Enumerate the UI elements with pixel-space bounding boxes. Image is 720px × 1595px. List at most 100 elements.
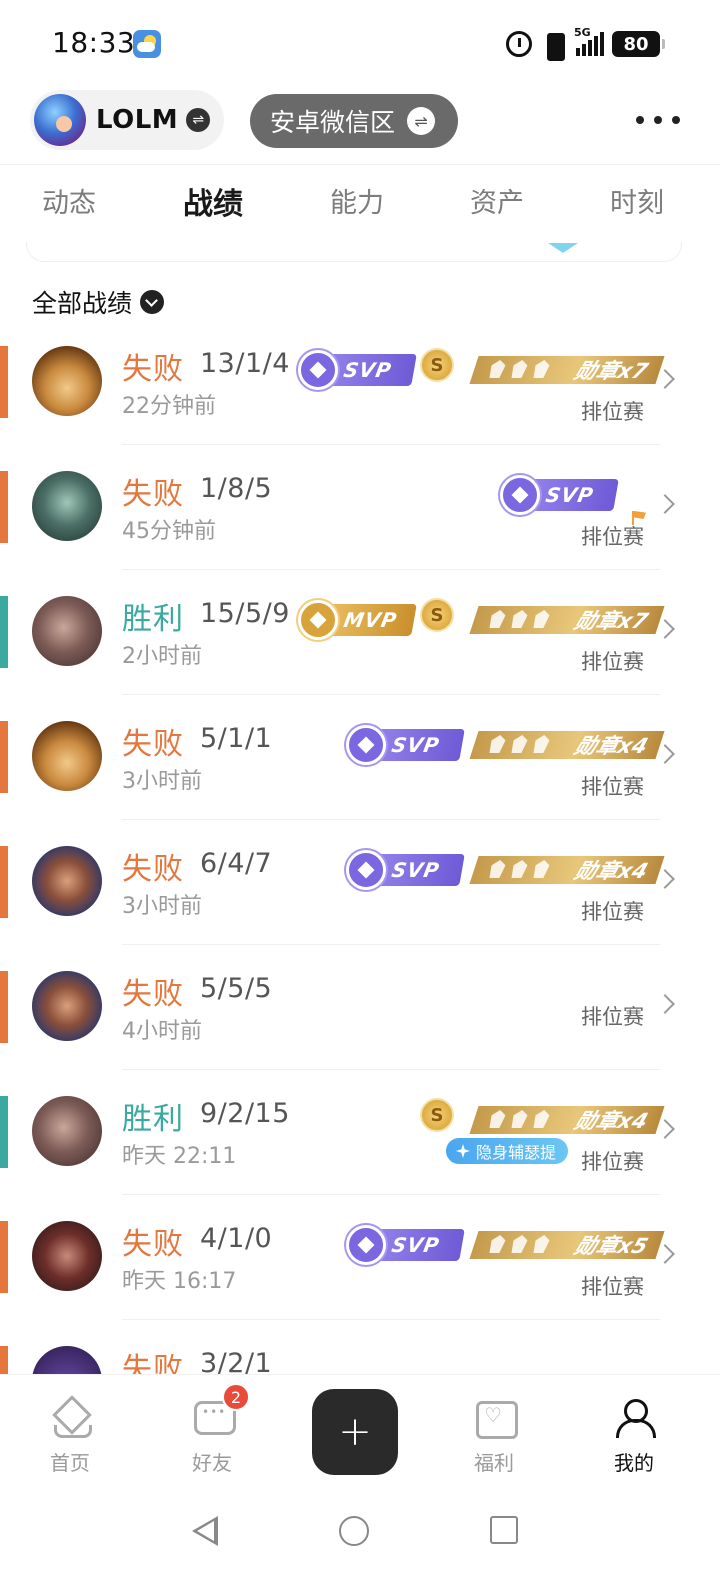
- tab-ability[interactable]: 能力: [330, 181, 384, 220]
- match-mode: 排位赛: [581, 775, 644, 799]
- mvp-badge: MVP: [298, 600, 417, 640]
- match-row[interactable]: 失败 5/5/5 4小时前 排位赛: [0, 945, 720, 1070]
- medal-label: 勋章x5: [571, 1234, 652, 1258]
- medal-icon: [346, 1225, 386, 1265]
- match-mode: 排位赛: [581, 650, 644, 674]
- nav-benefits[interactable]: 福利: [454, 1397, 534, 1476]
- champion-avatar: [32, 1346, 102, 1374]
- badge-label: SVP: [389, 858, 442, 882]
- nav-friends[interactable]: 2 好友: [172, 1383, 252, 1476]
- match-mode: 排位赛: [581, 1150, 644, 1174]
- medal-label: 勋章x7: [571, 609, 652, 633]
- header: LOLM ⇌ 安卓微信区 ⇌: [0, 88, 720, 160]
- nav-home[interactable]: 首页: [30, 1397, 110, 1476]
- more-options-button[interactable]: [636, 110, 680, 130]
- match-row[interactable]: 失败 5/1/1 3小时前 SVP 勋章x4 排位赛: [0, 695, 720, 820]
- nav-me[interactable]: 我的: [594, 1397, 674, 1476]
- match-mode: 排位赛: [581, 400, 644, 424]
- match-row[interactable]: 失败 3/2/1: [0, 1320, 720, 1374]
- medal-icon: [500, 475, 540, 515]
- match-list[interactable]: 失败 13/1/4 22分钟前 SVP S 勋章x7 排位赛 失败 1/8/5 …: [0, 320, 720, 1374]
- medal-badge: 勋章x7: [469, 606, 665, 634]
- swap-icon: ⇌: [186, 108, 211, 132]
- match-time: 45分钟前: [122, 519, 216, 544]
- badge-label: SVP: [341, 358, 394, 382]
- medal-icon: [298, 350, 338, 390]
- recent-apps-icon[interactable]: [490, 1516, 518, 1544]
- champion-avatar: [32, 471, 102, 541]
- tab-records[interactable]: 战绩: [183, 179, 243, 223]
- alarm-icon: [506, 31, 532, 57]
- dot-icon: [636, 116, 644, 124]
- region-switcher[interactable]: 安卓微信区 ⇌: [250, 94, 458, 148]
- match-kda: 3/2/1: [200, 1348, 273, 1374]
- network-label: 5G: [574, 26, 591, 39]
- match-kda: 9/2/15: [200, 1098, 290, 1129]
- game-name: LOLM: [96, 105, 179, 135]
- chevron-down-icon: [140, 290, 165, 314]
- nav-label: 首页: [50, 1451, 90, 1475]
- match-result: 失败: [122, 1227, 184, 1262]
- result-indicator: [0, 1096, 8, 1168]
- result-indicator: [0, 971, 8, 1043]
- match-mode: 排位赛: [581, 1275, 644, 1299]
- gift-icon: [472, 1397, 518, 1439]
- filter-label: 全部战绩: [32, 289, 133, 318]
- match-kda: 6/4/7: [200, 848, 273, 879]
- notification-badge: 2: [222, 1383, 250, 1411]
- medal-badge: 勋章x4: [469, 856, 665, 884]
- nav-label: 福利: [474, 1451, 514, 1475]
- medal-label: 勋章x4: [571, 859, 652, 883]
- match-row[interactable]: 胜利 9/2/15 昨天 22:11 S 勋章x4 隐身辅瑟提 排位赛: [0, 1070, 720, 1195]
- match-result: 失败: [122, 727, 184, 762]
- match-row[interactable]: 失败 6/4/7 3小时前 SVP 勋章x4 排位赛: [0, 820, 720, 945]
- champion-avatar: [32, 346, 102, 416]
- result-indicator: [0, 1221, 8, 1293]
- bottom-nav: 首页 2 好友 + 福利 我的: [0, 1374, 720, 1490]
- medal-label: 勋章x4: [571, 734, 652, 758]
- signal-icon: 5G: [574, 26, 604, 56]
- back-icon[interactable]: [190, 1516, 220, 1546]
- svp-badge: SVP: [298, 350, 417, 390]
- home-circle-icon[interactable]: [339, 1516, 369, 1546]
- tab-dynamics[interactable]: 动态: [42, 181, 96, 220]
- match-kda: 15/5/9: [200, 598, 290, 629]
- champion-avatar: [32, 1096, 102, 1166]
- match-result: 失败: [122, 352, 184, 387]
- match-row[interactable]: 失败 13/1/4 22分钟前 SVP S 勋章x7 排位赛: [0, 320, 720, 445]
- records-filter[interactable]: 全部战绩: [32, 284, 165, 320]
- match-time: 3小时前: [122, 769, 202, 794]
- result-indicator: [0, 721, 8, 793]
- tab-moments[interactable]: 时刻: [610, 181, 664, 220]
- chevron-right-icon: [655, 494, 675, 514]
- match-result: 失败: [122, 977, 184, 1012]
- match-mode: 排位赛: [581, 1005, 644, 1029]
- match-time: 4小时前: [122, 1019, 202, 1044]
- match-result: 胜利: [122, 602, 184, 637]
- match-mode: 排位赛: [581, 900, 644, 924]
- nav-label: 我的: [614, 1451, 654, 1475]
- match-row[interactable]: 失败 4/1/0 昨天 16:17 SVP 勋章x5 排位赛: [0, 1195, 720, 1320]
- medal-badge: 勋章x4: [469, 731, 665, 759]
- match-row[interactable]: 胜利 15/5/9 2小时前 MVP S 勋章x7 排位赛: [0, 570, 720, 695]
- match-kda: 4/1/0: [200, 1223, 273, 1254]
- status-bar: 18:33 5G 80: [0, 0, 720, 88]
- medal-icon: [346, 850, 386, 890]
- battery-icon: 80: [612, 31, 665, 57]
- add-button[interactable]: +: [312, 1389, 398, 1475]
- vibrate-icon: [540, 31, 566, 61]
- match-kda: 1/8/5: [200, 473, 273, 504]
- svp-badge: SVP: [346, 850, 465, 890]
- coin-icon: S: [420, 598, 454, 632]
- status-icons: 5G 80: [506, 26, 665, 61]
- plus-icon: +: [338, 1409, 372, 1455]
- status-time: 18:33: [52, 26, 136, 59]
- svp-badge: SVP: [346, 725, 465, 765]
- medal-badge: 勋章x4: [469, 1106, 665, 1134]
- match-row[interactable]: 失败 1/8/5 45分钟前 SVP 排位赛: [0, 445, 720, 570]
- match-time: 22分钟前: [122, 394, 216, 419]
- tab-assets[interactable]: 资产: [470, 181, 524, 220]
- game-switcher[interactable]: LOLM ⇌: [30, 90, 224, 150]
- result-indicator: [0, 346, 8, 418]
- match-result: 失败: [122, 852, 184, 887]
